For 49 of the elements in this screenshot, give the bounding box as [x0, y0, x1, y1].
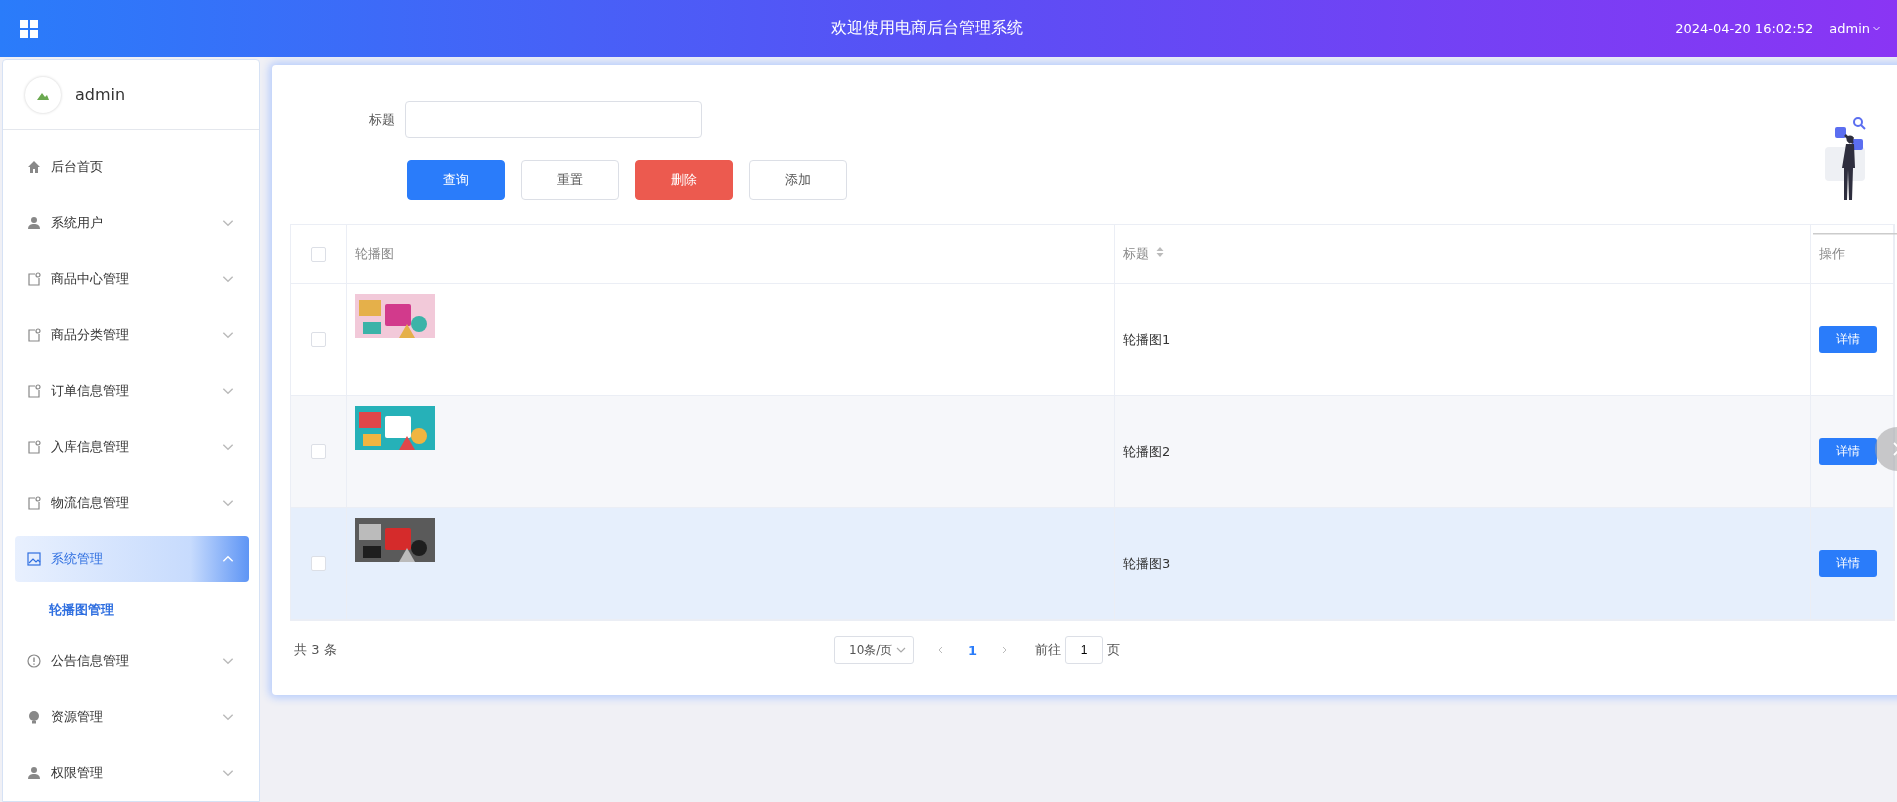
user-menu[interactable]: admin [1829, 21, 1881, 36]
menu-item[interactable]: 资源管理 [15, 694, 249, 740]
menu-item[interactable]: 后台首页 [15, 144, 249, 190]
row-checkbox[interactable] [311, 444, 326, 459]
field-label: 标题 [368, 110, 395, 129]
bulb-icon [27, 710, 41, 724]
menu-item[interactable]: 权限管理 [15, 750, 249, 796]
menu-item[interactable]: 系统管理 [15, 536, 249, 582]
page-jump-field[interactable]: 1 [1065, 636, 1104, 664]
date-time: 2024-04-20 16:02:52 [1675, 21, 1814, 36]
goto-label: 前往 [1035, 641, 1062, 659]
image-icon [27, 552, 41, 566]
action-button[interactable]: 查询 [407, 160, 505, 200]
menu-item[interactable]: 商品中心管理 [15, 256, 249, 302]
user-icon [27, 766, 41, 780]
grid-menu-icon[interactable] [20, 19, 38, 38]
column-header: 轮播图 [355, 245, 394, 263]
row-checkbox[interactable] [311, 556, 326, 571]
title-input-field[interactable] [405, 101, 702, 138]
home-icon [27, 160, 41, 174]
column-header[interactable]: 标题 [1123, 245, 1165, 263]
column-header: 操作 [1819, 245, 1845, 263]
details-button[interactable]: 详情 [1819, 438, 1877, 465]
menu-item[interactable]: 公告信息管理 [15, 638, 249, 684]
page-size-select[interactable]: 10条/页 [834, 636, 914, 664]
table-cell: 轮播图2 [1123, 442, 1171, 461]
caret-icon [1872, 24, 1881, 33]
menu-item[interactable]: 物流信息管理 [15, 480, 249, 526]
page-suffix: 页 [1107, 641, 1121, 659]
app-title: 欢迎使用电商后台管理系统 [829, 18, 1024, 39]
details-button[interactable]: 详情 [1819, 326, 1877, 353]
table-cell: 轮播图3 [1123, 554, 1171, 573]
details-button[interactable]: 详情 [1819, 550, 1877, 577]
select-all-checkbox[interactable] [311, 246, 326, 262]
action-button[interactable]: 添加 [749, 160, 847, 200]
menu-item[interactable]: 商品分类管理 [15, 312, 249, 358]
menu-item[interactable]: 订单信息管理 [15, 368, 249, 414]
user-name: admin [75, 85, 126, 104]
menu-item[interactable]: 系统用户 [15, 200, 249, 246]
user-icon [27, 216, 41, 230]
menu-item[interactable]: 入库信息管理 [15, 424, 249, 470]
submenu-item[interactable]: 轮播图管理 [15, 587, 249, 633]
page-number[interactable]: 1 [962, 641, 984, 659]
total-count: 共 3 条 [294, 641, 338, 659]
table-cell: 轮播图1 [1123, 330, 1171, 349]
info-icon [27, 654, 41, 668]
sort-icon [1155, 246, 1165, 258]
action-button[interactable]: 重置 [521, 160, 619, 200]
row-checkbox[interactable] [311, 332, 326, 347]
